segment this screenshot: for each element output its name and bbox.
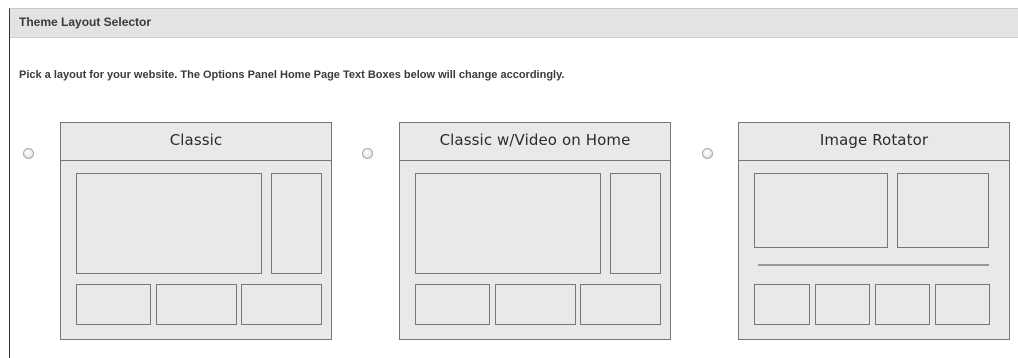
preview-text-box <box>241 284 322 325</box>
layout-card-header: Classic w/Video on Home <box>400 123 670 161</box>
preview-text-box <box>580 284 661 325</box>
preview-text-box <box>156 284 237 325</box>
preview-text-box <box>495 284 576 325</box>
layout-title-image-rotator: Image Rotator <box>819 131 929 149</box>
instructions-text: Pick a layout for your website. The Opti… <box>19 69 565 81</box>
preview-text-box <box>875 284 930 325</box>
preview-main-content-box <box>76 173 262 274</box>
layout-card-image-rotator[interactable]: Image Rotator <box>738 122 1010 340</box>
layout-radio-classic[interactable] <box>23 148 34 159</box>
preview-image-box <box>897 173 989 248</box>
preview-text-box <box>415 284 490 325</box>
layout-radio-image-rotator[interactable] <box>702 148 713 159</box>
preview-sidebar-box <box>271 173 322 274</box>
preview-divider <box>758 264 989 266</box>
layout-card-header: Image Rotator <box>739 123 1009 161</box>
layout-card-classic-video[interactable]: Classic w/Video on Home <box>399 122 671 340</box>
layout-title-classic-video: Classic w/Video on Home <box>439 131 631 149</box>
preview-text-box <box>76 284 151 325</box>
panel-header: Theme Layout Selector <box>10 9 1018 38</box>
preview-text-box <box>815 284 870 325</box>
preview-sidebar-box <box>610 173 661 274</box>
layout-title-classic: Classic <box>169 131 223 149</box>
preview-text-box <box>754 284 810 325</box>
layout-radio-classic-video[interactable] <box>362 148 373 159</box>
preview-image-box <box>754 173 888 248</box>
preview-video-box <box>415 173 601 274</box>
panel-title: Theme Layout Selector <box>19 15 152 29</box>
layout-card-classic[interactable]: Classic <box>60 122 332 340</box>
layout-card-header: Classic <box>61 123 331 161</box>
preview-text-box <box>935 284 990 325</box>
